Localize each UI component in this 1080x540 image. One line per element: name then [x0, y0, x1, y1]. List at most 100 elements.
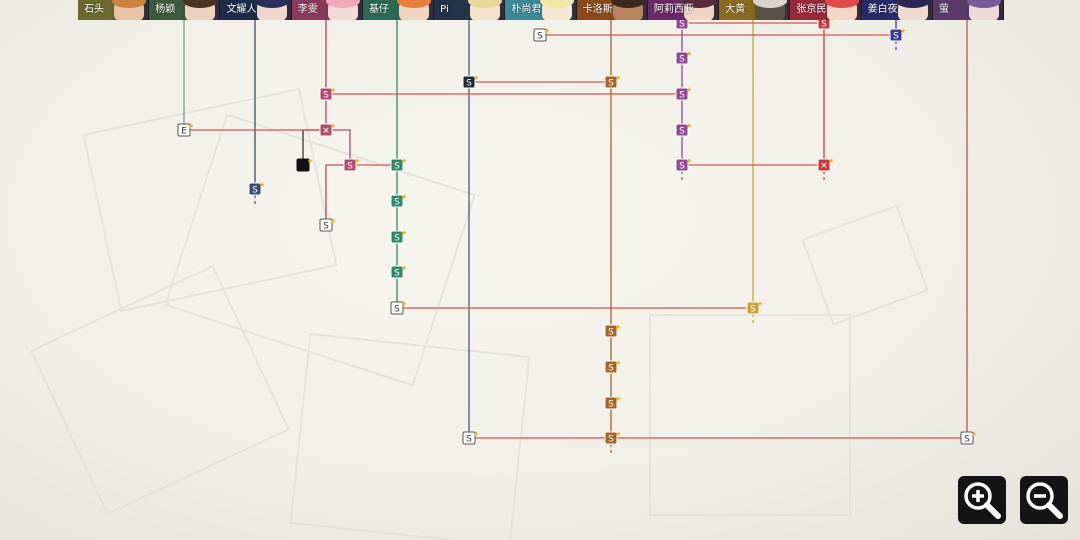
- event-node[interactable]: S★: [889, 27, 906, 42]
- event-node-label: S: [394, 234, 400, 244]
- star-icon: ★: [401, 264, 407, 272]
- star-icon: ★: [401, 229, 407, 237]
- character-tab-name: Pi: [440, 4, 449, 15]
- character-tab[interactable]: 李雯: [291, 0, 363, 20]
- event-node[interactable]: S★: [604, 359, 621, 374]
- character-tab-name: 石头: [84, 4, 104, 15]
- star-icon: ★: [686, 157, 692, 165]
- character-tab[interactable]: 姜白夜: [861, 0, 933, 20]
- event-node[interactable]: S★: [533, 27, 550, 42]
- event-node[interactable]: ★: [296, 157, 313, 172]
- event-node-label: S: [394, 198, 400, 208]
- event-node[interactable]: S★: [746, 300, 763, 315]
- event-node[interactable]: S★: [462, 74, 479, 89]
- zoom-in-icon: [964, 482, 1001, 519]
- event-node-label: S: [608, 328, 614, 338]
- character-tab[interactable]: 杨颖: [149, 0, 221, 20]
- connection-lines: [183, 20, 968, 456]
- branch-line: [325, 164, 350, 225]
- star-icon: ★: [615, 395, 621, 403]
- event-node[interactable]: ✕★: [817, 157, 834, 172]
- character-tab-name: 基仔: [368, 4, 389, 15]
- star-icon: ★: [615, 74, 621, 82]
- event-node[interactable]: S★: [604, 74, 621, 89]
- event-node[interactable]: S★: [248, 181, 265, 196]
- character-tab-name: 大黄: [725, 4, 746, 15]
- event-node-label: S: [893, 32, 899, 42]
- character-tab[interactable]: 大黄: [719, 0, 791, 20]
- character-tab-name: 李雯: [297, 4, 318, 15]
- character-tab-name: 姜白夜: [867, 4, 898, 15]
- event-node[interactable]: S★: [675, 86, 692, 101]
- character-tab-name: 文耀人: [226, 4, 257, 15]
- zoom-out-icon: [1026, 482, 1063, 519]
- star-icon: ★: [686, 50, 692, 58]
- event-node-label: S: [608, 79, 614, 89]
- star-icon: ★: [401, 193, 407, 201]
- star-icon: ★: [971, 430, 977, 438]
- event-node[interactable]: S★: [604, 395, 621, 410]
- star-icon: ★: [473, 74, 479, 82]
- event-node[interactable]: S★: [319, 86, 336, 101]
- event-node[interactable]: S★: [675, 122, 692, 137]
- event-node[interactable]: S★: [960, 430, 977, 445]
- character-tab[interactable]: 阿莉西亚: [647, 0, 720, 20]
- event-node-label: S: [466, 435, 472, 445]
- star-icon: ★: [188, 122, 194, 130]
- event-node[interactable]: ✕★: [319, 122, 336, 137]
- character-tab-name: 朴尚君: [511, 4, 542, 15]
- event-nodes: S★S★S★S★S★S★S★S★✕★S★S★E★S★S★✕★S★S★★S★S★S…: [177, 15, 977, 445]
- character-tab-name: 阿莉西亚: [653, 4, 694, 15]
- event-node[interactable]: E★: [177, 122, 194, 137]
- character-tab[interactable]: Pi: [434, 0, 506, 20]
- star-icon: ★: [757, 300, 763, 308]
- star-icon: ★: [259, 181, 265, 189]
- event-node-label: S: [608, 400, 614, 410]
- event-node-label: S: [679, 91, 685, 101]
- zoom-out-button[interactable]: [1020, 476, 1068, 524]
- character-tab[interactable]: 朴尚君: [505, 0, 577, 20]
- event-node[interactable]: S★: [390, 229, 407, 244]
- event-node[interactable]: S★: [675, 157, 692, 172]
- event-node[interactable]: S★: [462, 430, 479, 445]
- event-node[interactable]: S★: [319, 217, 336, 232]
- event-node[interactable]: S★: [390, 300, 407, 315]
- event-node[interactable]: S★: [390, 193, 407, 208]
- character-tab[interactable]: 石头: [78, 0, 150, 20]
- event-node-label: S: [608, 364, 614, 374]
- event-node[interactable]: S★: [675, 50, 692, 65]
- relationship-tree: S★S★S★S★S★S★S★S★✕★S★S★E★S★S★✕★S★S★★S★S★S…: [177, 15, 977, 456]
- event-node-label: S: [608, 435, 614, 445]
- star-icon: ★: [615, 323, 621, 331]
- event-node-label: S: [964, 435, 970, 445]
- character-tab[interactable]: 萤: [932, 0, 1005, 20]
- character-tab[interactable]: 张京民: [790, 0, 862, 20]
- event-node-label: S: [679, 55, 685, 65]
- event-node-label: S: [394, 162, 400, 172]
- character-tab[interactable]: 卡洛斯: [576, 0, 648, 20]
- event-node-label: ✕: [820, 162, 828, 172]
- star-icon: ★: [307, 157, 313, 165]
- character-tab-bar: 石头 杨颖 文耀人 李雯 基仔 Pi 朴尚君 卡洛斯 阿莉西亚 大黄 张京民 姜白夜 萤: [78, 0, 1005, 20]
- character-tab-name: 卡洛斯: [582, 4, 613, 15]
- star-icon: ★: [401, 157, 407, 165]
- character-tab[interactable]: 基仔: [362, 0, 435, 20]
- zoom-in-button[interactable]: [958, 476, 1006, 524]
- event-node[interactable]: S★: [604, 430, 621, 445]
- event-node-label: S: [323, 222, 329, 232]
- event-node[interactable]: S★: [390, 264, 407, 279]
- star-icon: ★: [615, 359, 621, 367]
- character-tab-name: 张京民: [796, 4, 827, 15]
- event-node-label: E: [181, 127, 187, 137]
- event-node-label: S: [347, 162, 353, 172]
- event-node-label: S: [466, 79, 472, 89]
- star-icon: ★: [354, 157, 360, 165]
- event-node[interactable]: S★: [343, 157, 360, 172]
- star-icon: ★: [828, 157, 834, 165]
- event-node-label: S: [679, 20, 685, 30]
- event-node[interactable]: S★: [390, 157, 407, 172]
- event-node[interactable]: S★: [604, 323, 621, 338]
- star-icon: ★: [686, 122, 692, 130]
- event-node-label: ✕: [322, 127, 330, 137]
- character-tab[interactable]: 文耀人: [220, 0, 292, 20]
